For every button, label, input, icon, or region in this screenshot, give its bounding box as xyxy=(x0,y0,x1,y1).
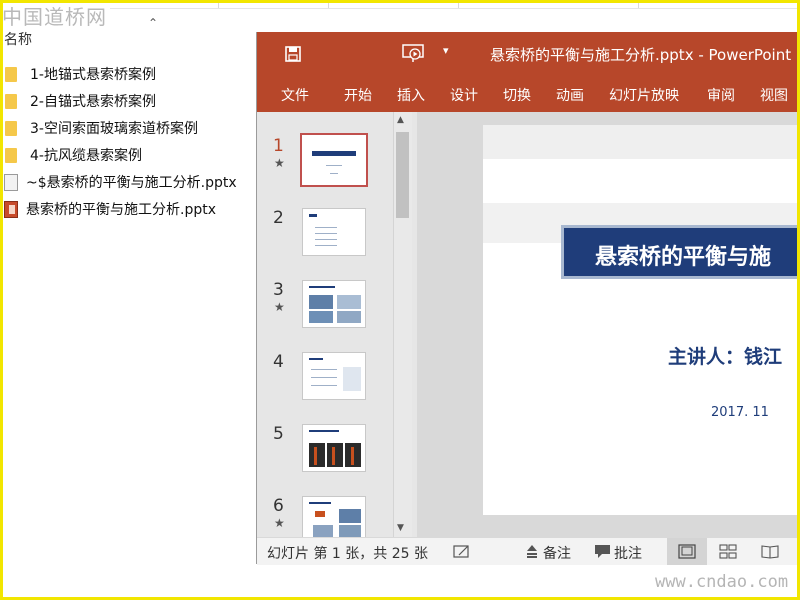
powerpoint-file-icon xyxy=(4,200,18,218)
slide-presenter[interactable]: 主讲人：钱江 xyxy=(668,342,782,369)
normal-view-icon xyxy=(678,544,696,559)
slide-thumbnail[interactable] xyxy=(302,352,366,400)
tab-review[interactable]: 审阅 xyxy=(707,85,735,105)
scrollbar-thumb[interactable] xyxy=(396,132,409,218)
column-header-name[interactable]: 名称 xyxy=(4,29,32,49)
slide-editing-area: 悬索桥的平衡与施 主讲人：钱江 2017. 11 xyxy=(417,112,800,537)
list-item[interactable]: 1-地锚式悬索桥案例 xyxy=(5,62,156,86)
notes-arrow-icon xyxy=(527,545,537,558)
folder-icon xyxy=(5,66,17,82)
file-name: 悬索桥的平衡与施工分析.pptx xyxy=(26,202,216,218)
tab-transitions[interactable]: 切换 xyxy=(503,85,531,105)
column-separator[interactable] xyxy=(218,0,219,8)
slide-number: 6 xyxy=(273,496,284,516)
column-separator[interactable] xyxy=(458,0,459,8)
slide-title[interactable]: 悬索桥的平衡与施 xyxy=(595,239,771,271)
thumbnail-item[interactable]: 5 xyxy=(257,424,393,484)
sort-up-chevron-icon[interactable]: ⌃ xyxy=(148,16,158,30)
list-item[interactable]: ~$悬索桥的平衡与施工分析.pptx xyxy=(4,170,237,194)
list-item[interactable]: 悬索桥的平衡与施工分析.pptx xyxy=(4,197,216,221)
file-name: ~$悬索桥的平衡与施工分析.pptx xyxy=(26,175,237,191)
spell-check-icon[interactable] xyxy=(453,544,471,559)
animation-star-icon: ★ xyxy=(274,516,285,530)
file-name: 2-自锚式悬索桥案例 xyxy=(30,94,156,110)
slide-number: 4 xyxy=(273,352,284,372)
explorer-column-headers xyxy=(110,0,800,9)
scroll-up-arrow-icon[interactable]: ▲ xyxy=(397,115,404,125)
slide-thumbnail[interactable] xyxy=(300,133,368,187)
thumbnail-item[interactable]: 3 ★ xyxy=(257,280,393,340)
file-name: 3-空间索面玻璃索道桥案例 xyxy=(30,121,198,137)
thumbnail-item[interactable]: 2 xyxy=(257,208,393,268)
list-item[interactable]: 3-空间索面玻璃索道桥案例 xyxy=(5,116,198,140)
window-title: 悬索桥的平衡与施工分析.pptx - PowerPoint xyxy=(490,46,792,64)
tab-insert[interactable]: 插入 xyxy=(397,85,425,105)
comments-button[interactable]: 批注 xyxy=(614,543,642,563)
animation-star-icon: ★ xyxy=(274,300,285,314)
file-name: 4-抗风缆悬索案例 xyxy=(30,148,142,164)
animation-star-icon: ★ xyxy=(274,156,285,170)
document-icon xyxy=(4,173,18,191)
thumbnail-item[interactable]: 4 xyxy=(257,352,393,412)
file-name: 1-地锚式悬索桥案例 xyxy=(30,67,156,83)
column-separator[interactable] xyxy=(638,0,639,8)
customize-toolbar-chevron-icon[interactable]: ▾ xyxy=(443,44,449,57)
watermark-top: 中国道桥网 xyxy=(2,5,107,29)
slide-thumbnail-pane: 1 ★ 2 3 ★ 4 5 6 ★ ▲ ▼ xyxy=(257,112,412,544)
tab-file[interactable]: 文件 xyxy=(281,85,309,105)
tab-home[interactable]: 开始 xyxy=(344,85,372,105)
save-icon[interactable] xyxy=(285,46,301,62)
slide-date[interactable]: 2017. 11 xyxy=(711,405,769,420)
title-bar: ▾ 悬索桥的平衡与施工分析.pptx - PowerPoint xyxy=(257,32,800,76)
watermark-bottom: www.cndao.com xyxy=(655,572,789,592)
tab-animations[interactable]: 动画 xyxy=(556,85,584,105)
slide-count-status: 幻灯片 第 1 张，共 25 张 xyxy=(267,546,428,562)
tab-view[interactable]: 视图 xyxy=(760,85,788,105)
slide-thumbnail[interactable] xyxy=(302,208,366,256)
folder-icon xyxy=(5,93,17,109)
slide-header-band xyxy=(483,125,800,159)
slide-number: 1 xyxy=(273,136,284,156)
list-item[interactable]: 4-抗风缆悬索案例 xyxy=(5,143,142,167)
reading-view-icon[interactable] xyxy=(761,544,779,559)
scroll-down-arrow-icon[interactable]: ▼ xyxy=(397,523,404,533)
slide-number: 5 xyxy=(273,424,284,444)
folder-icon xyxy=(5,120,17,136)
powerpoint-window: ▾ 悬索桥的平衡与施工分析.pptx - PowerPoint 文件 开始 插入… xyxy=(257,32,800,565)
comment-icon xyxy=(595,545,610,558)
slide-thumbnail[interactable] xyxy=(302,280,366,328)
status-bar: 幻灯片 第 1 张，共 25 张 备注 批注 xyxy=(257,537,800,565)
slide-number: 2 xyxy=(273,208,284,228)
thumbnail-item[interactable]: 1 ★ xyxy=(257,133,393,196)
normal-view-button[interactable] xyxy=(667,538,707,565)
column-separator[interactable] xyxy=(328,0,329,8)
tab-slideshow[interactable]: 幻灯片放映 xyxy=(609,85,679,105)
tab-design[interactable]: 设计 xyxy=(450,85,478,105)
list-item[interactable]: 2-自锚式悬索桥案例 xyxy=(5,89,156,113)
current-slide[interactable]: 悬索桥的平衡与施 主讲人：钱江 2017. 11 xyxy=(483,125,800,515)
slide-thumbnail[interactable] xyxy=(302,424,366,472)
thumbnail-scrollbar[interactable]: ▲ ▼ xyxy=(393,112,412,537)
folder-icon xyxy=(5,147,17,163)
slide-number: 3 xyxy=(273,280,284,300)
start-from-beginning-icon[interactable] xyxy=(402,43,424,63)
ribbon-tabs: 文件 开始 插入 设计 切换 动画 幻灯片放映 审阅 视图 xyxy=(257,76,800,112)
slide-sorter-icon[interactable] xyxy=(719,544,737,559)
notes-button[interactable]: 备注 xyxy=(543,543,571,563)
